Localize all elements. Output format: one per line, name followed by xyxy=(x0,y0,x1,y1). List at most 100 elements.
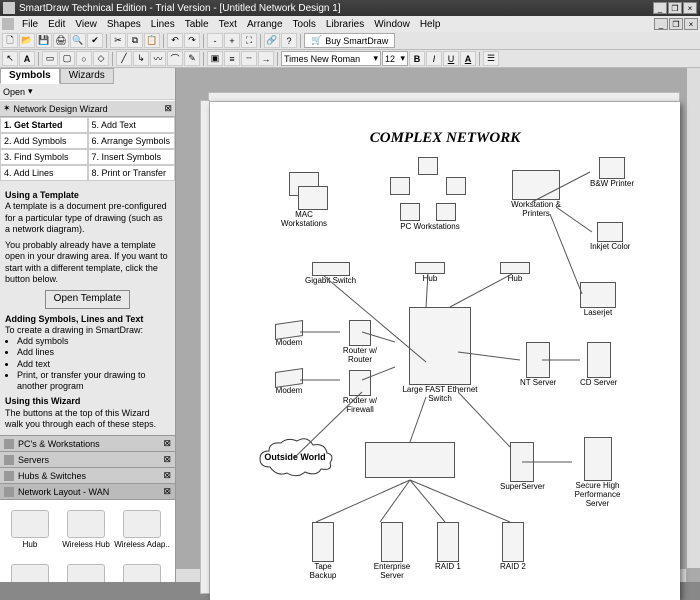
menu-view[interactable]: View xyxy=(70,19,102,30)
menu-table[interactable]: Table xyxy=(180,19,214,30)
mdi-restore-button[interactable]: ❐ xyxy=(669,18,683,30)
zoomout-button[interactable]: - xyxy=(207,33,223,48)
menu-file[interactable]: File xyxy=(17,19,43,30)
step-6[interactable]: 6. Arrange Symbols xyxy=(88,133,176,149)
step-4[interactable]: 4. Add Lines xyxy=(0,165,88,181)
palette-close-icon[interactable]: ⊠ xyxy=(163,438,171,449)
wizard-header[interactable]: ✶ Network Design Wizard ⊠ xyxy=(0,100,175,117)
node-router-router[interactable]: Router w/ Router xyxy=(340,320,380,364)
text-tool[interactable]: A xyxy=(19,51,35,66)
node-laserjet[interactable]: Laserjet xyxy=(580,282,616,317)
menu-edit[interactable]: Edit xyxy=(43,19,70,30)
align-button[interactable]: ☰ xyxy=(483,51,499,66)
step-3[interactable]: 3. Find Symbols xyxy=(0,149,88,165)
save-button[interactable]: 💾 xyxy=(36,33,52,48)
palette-pcs[interactable]: PC's & Workstations⊠ xyxy=(0,436,175,452)
palette-wan[interactable]: Network Layout - WAN⊠ xyxy=(0,484,175,500)
node-nt-server[interactable]: NT Server xyxy=(520,342,556,387)
rect-tool[interactable]: ▭ xyxy=(42,51,58,66)
menu-shapes[interactable]: Shapes xyxy=(102,19,146,30)
step-1[interactable]: 1. Get Started xyxy=(0,117,88,133)
paste-button[interactable]: 📋 xyxy=(144,33,160,48)
node-superserver[interactable]: SuperServer xyxy=(500,442,545,491)
open-button[interactable]: 📂 xyxy=(19,33,35,48)
palette-close-icon[interactable]: ⊠ xyxy=(163,486,171,497)
palette-hubs[interactable]: Hubs & Switches⊠ xyxy=(0,468,175,484)
palette-close-icon[interactable]: ⊠ xyxy=(163,454,171,465)
palette-servers[interactable]: Servers⊠ xyxy=(0,452,175,468)
symbol-workgroup-switch[interactable]: Workgroup S.. xyxy=(115,557,169,582)
curve-tool[interactable]: 〰 xyxy=(150,51,166,66)
copy-button[interactable]: ⧉ xyxy=(127,33,143,48)
fit-button[interactable]: ⛶ xyxy=(241,33,257,48)
node-secure-server[interactable]: Secure High Performance Server xyxy=(570,437,625,508)
preview-button[interactable]: 🔍 xyxy=(70,33,86,48)
doc-minimize-button[interactable]: _ xyxy=(653,2,667,14)
node-hub1[interactable]: Hub xyxy=(415,262,445,283)
hyperlink-button[interactable]: 🔗 xyxy=(264,33,280,48)
node-tape-backup[interactable]: Tape Backup xyxy=(305,522,341,580)
new-button[interactable]: 🗋 xyxy=(2,33,18,48)
node-gigabit-switch[interactable]: Gigabit Switch xyxy=(305,262,356,285)
pointer-tool[interactable]: ↖ xyxy=(2,51,18,66)
node-wp[interactable]: Workstation & Printers xyxy=(510,170,562,218)
undo-button[interactable]: ↶ xyxy=(167,33,183,48)
node-bw-printer[interactable]: B&W Printer xyxy=(590,157,634,188)
italic-button[interactable]: I xyxy=(426,51,442,66)
node-superserver-rack[interactable] xyxy=(365,442,455,478)
node-hub2[interactable]: Hub xyxy=(500,262,530,283)
palette-close-icon[interactable]: ⊠ xyxy=(163,470,171,481)
mdi-minimize-button[interactable]: _ xyxy=(654,18,668,30)
canvas-page[interactable]: COMPLEX NETWORK MAC Workstations PC Work… xyxy=(210,102,680,600)
step-2[interactable]: 2. Add Symbols xyxy=(0,133,88,149)
node-mac-ws[interactable]: MAC Workstations xyxy=(280,172,328,228)
node-outside-world[interactable]: Outside World xyxy=(255,437,335,477)
menu-libraries[interactable]: Libraries xyxy=(321,19,369,30)
poly-tool[interactable]: ◇ xyxy=(93,51,109,66)
node-pc-ws[interactable]: PC Workstations xyxy=(390,157,470,231)
textcolor-button[interactable]: A xyxy=(460,51,476,66)
menu-help[interactable]: Help xyxy=(415,19,446,30)
step-5[interactable]: 5. Add Text xyxy=(88,117,176,133)
symbol-ethernet-switch[interactable]: Ethernet Switch xyxy=(59,557,113,582)
cut-button[interactable]: ✂ xyxy=(110,33,126,48)
underline-button[interactable]: U xyxy=(443,51,459,66)
print-button[interactable]: 🖨 xyxy=(53,33,69,48)
doc-restore-button[interactable]: ❐ xyxy=(668,2,682,14)
menu-lines[interactable]: Lines xyxy=(146,19,180,30)
menu-window[interactable]: Window xyxy=(369,19,415,30)
arrowhead-button[interactable]: → xyxy=(258,51,274,66)
wizard-close-icon[interactable]: ⊠ xyxy=(164,103,172,114)
zoomin-button[interactable]: + xyxy=(224,33,240,48)
mdi-close-button[interactable]: × xyxy=(684,18,698,30)
open-template-button[interactable]: Open Template xyxy=(45,290,131,309)
symbol-wireless-adapter[interactable]: Wireless Adap.. xyxy=(115,503,169,555)
tab-symbols[interactable]: Symbols xyxy=(0,68,60,84)
font-select[interactable]: Times New Roman▾ xyxy=(281,51,381,66)
freehand-tool[interactable]: ✎ xyxy=(184,51,200,66)
menu-tools[interactable]: Tools xyxy=(288,19,321,30)
redo-button[interactable]: ↷ xyxy=(184,33,200,48)
node-raid2[interactable]: RAID 2 xyxy=(500,522,526,571)
symbol-wireless-hub[interactable]: Wireless Hub xyxy=(59,503,113,555)
node-raid1[interactable]: RAID 1 xyxy=(435,522,461,571)
dash-button[interactable]: ┄ xyxy=(241,51,257,66)
bold-button[interactable]: B xyxy=(409,51,425,66)
arc-tool[interactable]: ⌒ xyxy=(167,51,183,66)
connector-tool[interactable]: ↳ xyxy=(133,51,149,66)
symbol-hub[interactable]: Hub xyxy=(3,503,57,555)
step-8[interactable]: 8. Print or Transfer xyxy=(88,165,176,181)
node-enterprise-server[interactable]: Enterprise Server xyxy=(370,522,414,580)
node-modem1[interactable]: Modem xyxy=(275,322,303,347)
doc-close-button[interactable]: × xyxy=(683,2,697,14)
menu-text[interactable]: Text xyxy=(214,19,242,30)
menu-arrange[interactable]: Arrange xyxy=(242,19,288,30)
node-modem2[interactable]: Modem xyxy=(275,370,303,395)
fill-button[interactable]: ▣ xyxy=(207,51,223,66)
help-button[interactable]: ? xyxy=(281,33,297,48)
canvas-area[interactable]: COMPLEX NETWORK MAC Workstations PC Work… xyxy=(176,68,700,582)
node-cd-server[interactable]: CD Server xyxy=(580,342,617,387)
node-router-firewall[interactable]: Router w/ Firewall xyxy=(340,370,380,414)
spell-button[interactable]: ✔ xyxy=(87,33,103,48)
node-large-switch[interactable]: Large FAST Ethernet Switch xyxy=(395,307,485,403)
